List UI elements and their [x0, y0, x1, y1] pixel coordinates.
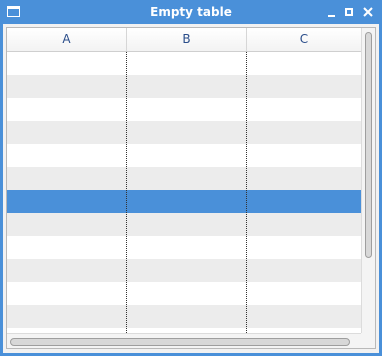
- horizontal-scrollbar-thumb[interactable]: [10, 338, 350, 346]
- table-row[interactable]: [7, 121, 361, 144]
- table-view[interactable]: A B C: [6, 27, 376, 349]
- horizontal-scrollbar[interactable]: [7, 333, 361, 348]
- vertical-scrollbar[interactable]: [361, 28, 375, 334]
- column-header-a[interactable]: A: [7, 28, 127, 51]
- maximize-button[interactable]: [341, 4, 357, 20]
- minimize-button[interactable]: [324, 4, 340, 20]
- scrollbar-corner: [361, 333, 375, 348]
- table-row[interactable]: [7, 259, 361, 282]
- table-row[interactable]: [7, 167, 361, 190]
- title-bar[interactable]: Empty table: [0, 0, 382, 24]
- table-row[interactable]: [7, 282, 361, 305]
- table-row[interactable]: [7, 75, 361, 98]
- column-header-b[interactable]: B: [127, 28, 247, 51]
- table-body[interactable]: [7, 52, 361, 333]
- table-row[interactable]: [7, 236, 361, 259]
- table-row[interactable]: [7, 144, 361, 167]
- table-header: A B C: [7, 28, 361, 52]
- table-row-selected[interactable]: [7, 190, 361, 213]
- vertical-scrollbar-thumb[interactable]: [365, 32, 372, 258]
- table-row[interactable]: [7, 213, 361, 236]
- close-button[interactable]: [360, 4, 376, 20]
- window-content: A B C: [3, 24, 379, 353]
- column-divider: [246, 52, 247, 333]
- app-window: Empty table A B C: [0, 0, 382, 356]
- table-row[interactable]: [7, 52, 361, 75]
- table-row[interactable]: [7, 305, 361, 328]
- maximize-icon: [345, 8, 353, 16]
- minimize-icon: [328, 15, 335, 17]
- column-divider: [126, 52, 127, 333]
- close-icon: [363, 7, 373, 17]
- table-row[interactable]: [7, 98, 361, 121]
- column-header-c[interactable]: C: [247, 28, 361, 51]
